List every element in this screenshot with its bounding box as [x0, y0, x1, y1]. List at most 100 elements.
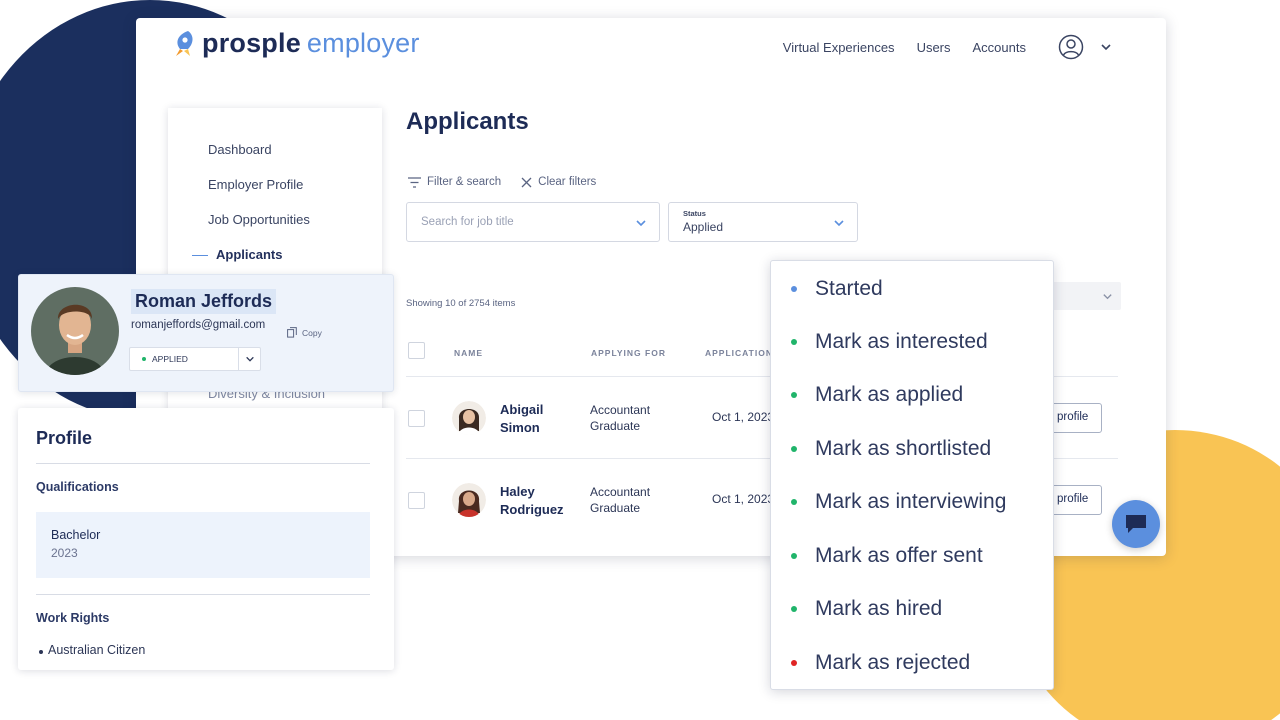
applicant-name[interactable]: Abigail Simon — [500, 401, 580, 437]
view-profile-button[interactable]: profile — [1046, 403, 1102, 433]
status-option-label: Mark as interviewing — [815, 490, 1007, 513]
candidate-status-dropdown[interactable]: APPLIED — [129, 347, 261, 371]
column-header-applying-for: APPLYING FOR — [591, 348, 666, 358]
status-option[interactable]: Mark as interested — [791, 330, 988, 354]
qualifications-heading: Qualifications — [36, 480, 119, 494]
applying-for-line2: Graduate — [590, 419, 641, 433]
status-option[interactable]: Mark as rejected — [791, 651, 970, 675]
divider — [36, 463, 370, 464]
status-dot — [791, 553, 797, 559]
candidate-email: romanjeffords@gmail.com — [131, 319, 266, 331]
status-option[interactable]: Started — [791, 277, 883, 301]
applying-for-cell: Accountant Graduate — [590, 402, 650, 434]
application-date: Oct 1, 2023 — [712, 492, 775, 506]
applicant-first-name: Abigail — [500, 402, 544, 417]
status-dot — [142, 357, 146, 361]
status-option[interactable]: Mark as hired — [791, 597, 942, 621]
prosple-logo[interactable]: prosple employer — [170, 28, 420, 59]
status-option-label: Mark as applied — [815, 383, 964, 406]
status-option-label: Mark as interested — [815, 330, 988, 353]
applicant-first-name: Haley — [500, 484, 535, 499]
filter-bar: Filter & search Clear filters — [408, 176, 616, 188]
status-option-label: Mark as hired — [815, 597, 943, 620]
status-option-label: Mark as offer sent — [815, 544, 983, 567]
chevron-down-icon[interactable] — [1100, 41, 1112, 53]
results-count: Showing 10 of 2754 items — [406, 298, 516, 309]
status-chevron[interactable] — [238, 348, 260, 370]
applicant-last-name: Simon — [500, 420, 540, 435]
work-rights-heading: Work Rights — [36, 611, 110, 625]
column-header-application: APPLICATION — [705, 348, 773, 358]
applying-for-cell: Accountant Graduate — [590, 484, 650, 516]
nav-accounts[interactable]: Accounts — [973, 40, 1026, 55]
copy-label: Copy — [302, 327, 322, 338]
chat-icon — [1126, 515, 1146, 533]
logo-employer-text: employer — [306, 28, 420, 58]
status-action-menu: Started Mark as interested Mark as applied… — [770, 260, 1054, 690]
candidate-card: Roman Jeffords romanjeffords@gmail.com C… — [18, 274, 394, 392]
applicant-last-name: Rodriguez — [500, 502, 564, 517]
chevron-down-icon — [1103, 294, 1112, 300]
view-profile-button[interactable]: profile — [1046, 485, 1102, 515]
status-option-label: Mark as shortlisted — [815, 437, 992, 460]
candidate-status-value: APPLIED — [152, 354, 188, 364]
applicant-avatar — [452, 483, 486, 517]
filter-search-label: Filter & search — [427, 176, 502, 188]
chevron-down-icon — [245, 356, 254, 362]
profile-panel: Profile Qualifications Bachelor 2023 Wor… — [18, 408, 394, 670]
job-title-search-select[interactable]: Search for job title — [406, 202, 660, 242]
work-rights-item: Australian Citizen — [38, 643, 146, 657]
divider — [36, 594, 370, 595]
status-option[interactable]: Mark as offer sent — [791, 544, 983, 568]
rocket-icon — [176, 30, 193, 56]
sidebar-item-job-opportunities[interactable]: Job Opportunities — [208, 212, 310, 227]
applying-for-line1: Accountant — [590, 403, 651, 417]
row-checkbox[interactable] — [408, 410, 425, 427]
status-option[interactable]: Mark as applied — [791, 383, 963, 407]
status-dot — [791, 339, 797, 345]
candidate-name: Roman Jeffords — [131, 289, 277, 314]
clear-filters-button[interactable]: Clear filters — [521, 176, 596, 188]
status-filter-value: Applied — [683, 220, 724, 234]
user-account-icon[interactable] — [1058, 34, 1084, 60]
logo-prosple-text: prosple — [202, 28, 301, 58]
candidate-photo — [31, 287, 119, 375]
status-filter-select[interactable]: Status Applied — [668, 202, 858, 242]
status-dot — [791, 499, 797, 505]
job-title-placeholder: Search for job title — [421, 216, 514, 228]
nav-virtual-experiences[interactable]: Virtual Experiences — [783, 40, 895, 55]
copy-icon — [287, 327, 297, 338]
clear-filters-label: Clear filters — [538, 176, 597, 188]
profile-title: Profile — [36, 428, 93, 448]
status-dot — [791, 606, 797, 612]
status-option-label: Started — [815, 277, 883, 300]
page-title: Applicants — [406, 108, 529, 135]
row-checkbox[interactable] — [408, 492, 425, 509]
applying-for-line1: Accountant — [590, 485, 651, 499]
copy-email-button[interactable]: Copy — [287, 327, 322, 338]
filter-search-button[interactable]: Filter & search — [408, 176, 501, 188]
degree-name: Bachelor — [51, 528, 101, 542]
sidebar-item-applicants[interactable]: Applicants — [192, 247, 282, 262]
applicant-name[interactable]: Haley Rodriguez — [500, 483, 580, 519]
column-header-name: NAME — [454, 348, 484, 358]
status-option-label: Mark as rejected — [815, 651, 971, 674]
status-dot — [791, 660, 797, 666]
status-dot — [791, 392, 797, 398]
applying-for-line2: Graduate — [590, 501, 641, 515]
nav-users[interactable]: Users — [917, 40, 951, 55]
status-filter-label: Status — [683, 209, 706, 218]
filter-icon — [408, 176, 421, 188]
status-dot — [791, 286, 797, 292]
chat-button[interactable] — [1112, 500, 1160, 548]
applicant-avatar — [452, 401, 486, 435]
degree-year: 2023 — [51, 546, 78, 560]
select-all-checkbox[interactable] — [408, 342, 425, 359]
top-navigation: Virtual Experiences Users Accounts — [761, 34, 1112, 60]
status-option[interactable]: Mark as interviewing — [791, 490, 1006, 514]
sidebar-item-employer-profile[interactable]: Employer Profile — [208, 177, 303, 192]
sidebar-item-dashboard[interactable]: Dashboard — [208, 142, 272, 157]
application-date: Oct 1, 2023 — [712, 410, 775, 424]
status-option[interactable]: Mark as shortlisted — [791, 437, 991, 461]
qualification-item: Bachelor 2023 — [36, 512, 370, 578]
